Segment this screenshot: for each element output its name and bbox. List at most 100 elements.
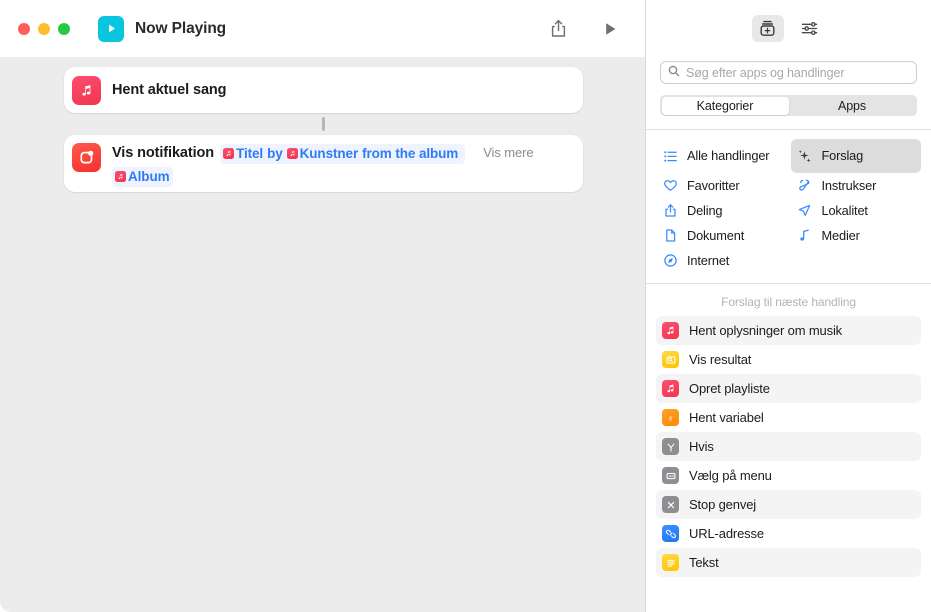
minimize-button[interactable] [38, 22, 50, 35]
action-title: Vis notifikation [112, 145, 215, 161]
library-segmented-control: Kategorier Apps [660, 95, 917, 116]
sidebar-item-label: Dokument [687, 227, 745, 243]
list-item-label: Hent variabel [689, 410, 764, 425]
variable-token-album[interactable]: Album [115, 168, 170, 186]
sidebar-item-medier[interactable]: Medier [791, 223, 922, 248]
list-item[interactable]: Tekst [656, 548, 921, 577]
music-note-icon [115, 171, 126, 182]
param-word-from-the-album: from the album [362, 145, 459, 161]
list-item-label: URL-adresse [689, 526, 764, 541]
share-icon [662, 203, 678, 219]
variable-token-label: Titel [236, 145, 264, 161]
sidebar-item-label: Alle handlinger [687, 148, 770, 163]
list-icon [662, 148, 678, 164]
sidebar-item-favoritter[interactable]: Favoritter [656, 173, 787, 198]
share-button[interactable] [541, 14, 575, 44]
sidebar-item-label: Forslag [821, 148, 864, 163]
sidebar-item-lokalitet[interactable]: Lokalitet [791, 198, 922, 223]
variable-token-titel[interactable]: Titel [223, 145, 263, 163]
variable-icon: x [662, 409, 679, 426]
action-parameters: Vis notifikation Titel by Kunstner from … [112, 143, 582, 187]
category-grid: Alle handlinger Forslag Favoritter Instr… [646, 130, 931, 283]
list-item[interactable]: Hent oplysninger om musik [656, 316, 921, 345]
sidebar-item-label: Deling [687, 202, 723, 218]
tab-kategorier[interactable]: Kategorier [661, 96, 789, 115]
sliders-icon[interactable] [794, 15, 826, 42]
show-more-button[interactable]: Vis mere [483, 143, 533, 163]
traffic-lights [18, 22, 70, 35]
notification-icon [72, 143, 101, 172]
ribbon-icon [797, 178, 813, 194]
sidebar-item-label: Favoritter [687, 177, 740, 193]
list-item-label: Stop genvej [689, 497, 757, 512]
sidebar-item-dokument[interactable]: Dokument [656, 223, 787, 248]
quicklook-icon [662, 351, 679, 368]
list-item-label: Hvis [689, 439, 714, 454]
sidebar-item-internet[interactable]: Internet [656, 248, 787, 273]
text-icon [662, 554, 679, 571]
list-item[interactable]: Vis resultat [656, 345, 921, 374]
notification-text-field-line2[interactable]: Album [112, 166, 173, 187]
shortcut-app-icon [98, 15, 124, 42]
suggestions-header: Forslag til næste handling [721, 295, 856, 309]
sidebar-item-instrukser[interactable]: Instrukser [791, 173, 922, 198]
list-item[interactable]: Stop genvej [656, 490, 921, 519]
sidebar-item-label: Internet [687, 252, 730, 268]
notification-text-field[interactable]: Titel by Kunstner from the album [220, 143, 466, 164]
run-shortcut-button[interactable] [593, 14, 627, 44]
editor-pane: Now Playing Hent aktuel sang Vis notifik… [0, 0, 645, 612]
music-note-icon [286, 148, 298, 159]
list-item[interactable]: Hvis [656, 432, 921, 461]
sidebar-item-alle-handlinger[interactable]: Alle handlinger [656, 139, 787, 173]
stop-icon [662, 496, 679, 513]
window-titlebar: Now Playing [0, 0, 645, 57]
music-note-icon [72, 75, 101, 105]
action-card-show-notification[interactable]: Vis notifikation Titel by Kunstner from … [64, 135, 583, 192]
library-titlebar [646, 0, 931, 57]
link-icon [662, 525, 679, 542]
location-icon [797, 203, 813, 219]
action-card-row: Vis notifikation Titel by Kunstner from … [72, 143, 583, 187]
sidebar-item-label: Medier [821, 227, 860, 243]
shortcuts-window: Now Playing Hent aktuel sang Vis notifik… [0, 0, 931, 612]
tab-apps[interactable]: Apps [789, 97, 916, 115]
action-connector [322, 117, 325, 131]
music-note-icon [223, 148, 235, 159]
branch-icon [662, 438, 679, 455]
music-note-icon [662, 380, 679, 397]
list-item-label: Vis resultat [689, 352, 752, 367]
music-icon [797, 228, 813, 244]
action-library-icon[interactable] [751, 15, 784, 42]
search-box[interactable] [660, 61, 917, 84]
page-title: Now Playing [135, 19, 227, 37]
list-item[interactable]: Vælg på menu [656, 461, 921, 490]
document-icon [662, 228, 678, 244]
variable-token-label: Kunstner [299, 145, 359, 161]
list-item[interactable]: x Hent variabel [656, 403, 921, 432]
action-card-get-current-song[interactable]: Hent aktuel sang [64, 67, 583, 113]
close-button[interactable] [18, 22, 30, 35]
list-item-label: Opret playliste [689, 381, 770, 396]
search-icon [668, 64, 680, 82]
action-title: Hent aktuel sang [112, 82, 227, 98]
list-item-label: Vælg på menu [689, 468, 772, 483]
list-item[interactable]: Opret playliste [656, 374, 921, 403]
zoom-button[interactable] [58, 22, 70, 35]
svg-text:x: x [668, 414, 673, 423]
search-input[interactable] [686, 65, 909, 80]
list-item-label: Hent oplysninger om musik [689, 323, 843, 338]
menu-icon [662, 467, 679, 484]
sidebar-item-label: Instrukser [821, 177, 877, 193]
list-item-label: Tekst [689, 555, 719, 570]
search-container [646, 57, 931, 84]
sparkles-icon [797, 148, 813, 164]
sidebar-item-deling[interactable]: Deling [656, 198, 787, 223]
compass-icon [662, 253, 678, 269]
variable-token-label: Album [128, 168, 170, 184]
variable-token-kunstner[interactable]: Kunstner [286, 145, 359, 163]
list-item[interactable]: URL-adresse [656, 519, 921, 548]
heart-icon [662, 178, 678, 194]
music-note-icon [662, 322, 679, 339]
sidebar-item-forslag[interactable]: Forslag [790, 139, 921, 173]
sidebar-item-label: Lokalitet [821, 202, 868, 218]
